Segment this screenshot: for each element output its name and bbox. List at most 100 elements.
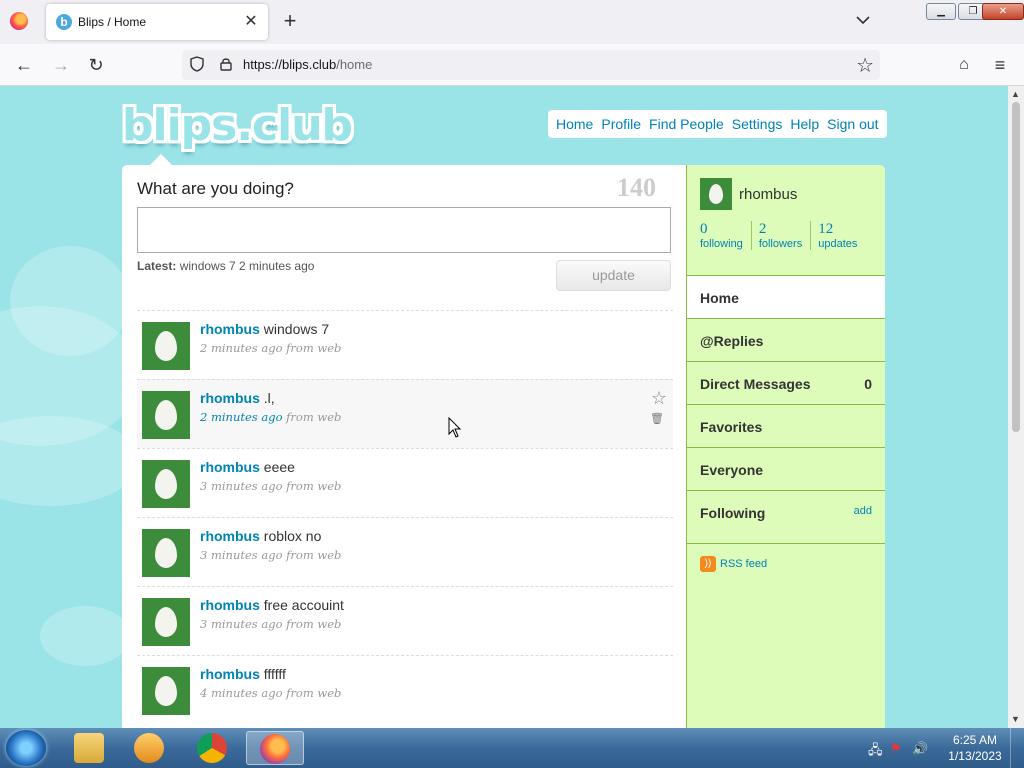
latest-label: Latest: [137,259,177,273]
action-center-flag-icon[interactable]: ⚑ [890,741,902,757]
avatar[interactable] [142,598,190,646]
sidebar-username[interactable]: rhombus [739,186,797,203]
egg-avatar-icon [155,469,177,499]
tweet-source: from web [286,410,342,424]
tab-close-icon[interactable]: ✕ [242,11,260,31]
main-column: What are you doing? 140 Latest: windows … [122,165,686,728]
tweet-timestamp[interactable]: 3 minutes ago [200,617,283,631]
avatar[interactable] [142,322,190,370]
tweet-username-link[interactable]: rhombus [200,528,260,544]
nav-find-people-link[interactable]: Find People [649,116,724,132]
nav-home-link[interactable]: Home [556,116,593,132]
tweet-body: roblox no [263,528,322,544]
tweet-timestamp[interactable]: 2 minutes ago [200,341,283,355]
window-close-button[interactable]: ✕ [982,3,1024,20]
address-bar[interactable]: https://blips.club/home ☆ [182,50,880,80]
page-scrollbar[interactable]: ▲ ▼ [1008,86,1024,728]
folder-icon [74,733,104,763]
timeline: rhombus windows 7 2 minutes ago from web… [137,310,673,724]
blips-favicon-icon: b [56,14,72,30]
tweet-body: ffffff [263,666,286,682]
sidebar-item-favorites[interactable]: Favorites [687,404,885,447]
scroll-up-arrow-icon[interactable]: ▲ [1011,89,1020,99]
tweet-username-link[interactable]: rhombus [200,459,260,475]
avatar[interactable] [142,391,190,439]
avatar[interactable] [700,178,732,210]
reload-button[interactable]: ↻ [84,54,108,76]
stat-following-count: 0 [700,221,708,237]
sidebar-item-direct-messages[interactable]: Direct Messages 0 [687,361,885,404]
tab-list-chevron-icon[interactable] [855,14,871,26]
tweet-timestamp[interactable]: 3 minutes ago [200,479,283,493]
stat-followers-count: 2 [758,221,767,237]
timeline-item: rhombus ffffff 4 minutes ago from web [137,655,673,724]
tweet-source: from web [286,617,342,631]
egg-avatar-icon [155,400,177,430]
stat-followers[interactable]: 2 followers [758,221,812,250]
favorite-star-icon[interactable]: ☆ [651,388,667,409]
clock-date[interactable]: 1/13/2023 [945,749,1005,763]
browser-tab-bar: b Blips / Home ✕ + ▁ ❐ ✕ [0,0,1024,44]
taskbar-chrome[interactable] [183,731,241,765]
egg-avatar-icon [155,607,177,637]
following-add-link[interactable]: add [854,505,872,517]
tweet-timestamp[interactable]: 3 minutes ago [200,548,283,562]
chrome-icon [197,733,227,763]
stat-updates[interactable]: 12 updates [818,221,865,250]
tweet-username-link[interactable]: rhombus [200,390,260,406]
taskbar-media-player[interactable] [120,731,178,765]
egg-avatar-icon [709,184,723,204]
tweet-timestamp[interactable]: 4 minutes ago [200,686,283,700]
tweet-source: from web [286,341,342,355]
tweet-text: rhombus eeee [200,459,295,475]
bookmark-star-icon[interactable]: ☆ [856,53,874,78]
nav-profile-link[interactable]: Profile [601,116,641,132]
status-textarea[interactable] [137,207,671,253]
scroll-down-arrow-icon[interactable]: ▼ [1011,714,1020,724]
blips-logo[interactable]: blips.club [122,100,353,151]
tweet-timestamp[interactable]: 2 minutes ago [200,410,283,424]
stat-following[interactable]: 0 following [700,221,752,250]
start-button[interactable] [6,730,46,766]
tweet-username-link[interactable]: rhombus [200,666,260,682]
rss-feed-link[interactable]: )) RSS feed [700,556,767,572]
browser-tab-active[interactable]: b Blips / Home ✕ [46,4,268,40]
background-cloud [10,246,130,356]
update-button[interactable]: update [556,260,671,291]
sidebar-menu: Home @Replies Direct Messages 0 Favorites… [687,275,885,544]
stat-updates-label: updates [818,238,858,250]
url-text[interactable]: https://blips.club/home [243,57,372,72]
avatar[interactable] [142,460,190,508]
firefox-logo-icon[interactable] [10,12,28,30]
window-minimize-button[interactable]: ▁ [926,3,956,20]
sidebar-item-replies[interactable]: @Replies [687,318,885,361]
avatar[interactable] [142,667,190,715]
pocket-icon[interactable]: ⌂ [952,54,976,76]
tweet-body: .l, [263,390,275,406]
tweet-username-link[interactable]: rhombus [200,597,260,613]
sidebar-item-label: Home [700,290,739,306]
back-button[interactable]: ← [12,54,36,76]
clock-time[interactable]: 6:25 AM [945,733,1005,747]
scrollbar-thumb[interactable] [1012,102,1020,432]
nav-settings-link[interactable]: Settings [732,116,783,132]
egg-avatar-icon [155,538,177,568]
delete-trash-icon[interactable]: 🗑 [650,412,664,425]
new-tab-button[interactable]: + [280,8,300,34]
network-icon[interactable]: 🖧 [868,741,883,763]
tweet-username-link[interactable]: rhombus [200,321,260,337]
taskbar-firefox[interactable] [246,731,304,765]
show-desktop-button[interactable] [1010,728,1024,768]
nav-help-link[interactable]: Help [790,116,819,132]
sidebar-item-home[interactable]: Home [687,275,885,318]
avatar[interactable] [142,529,190,577]
lock-icon[interactable] [220,57,232,71]
taskbar-explorer[interactable] [60,731,118,765]
tracking-shield-icon[interactable] [190,56,204,72]
sidebar-item-everyone[interactable]: Everyone [687,447,885,490]
volume-icon[interactable]: 🔊 [912,741,928,757]
nav-sign-out-link[interactable]: Sign out [827,116,878,132]
url-host: https://blips.club [243,57,337,72]
forward-button[interactable]: → [49,54,73,76]
app-menu-icon[interactable]: ≡ [988,54,1012,76]
